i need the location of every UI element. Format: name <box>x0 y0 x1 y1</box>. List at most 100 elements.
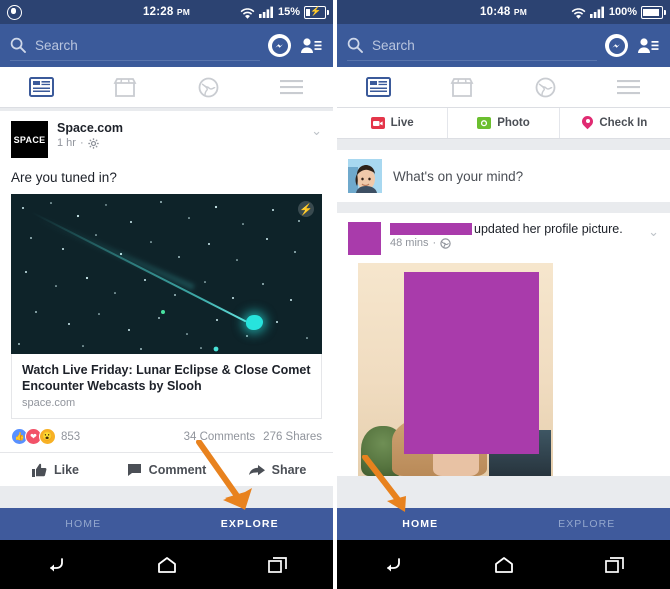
home-icon <box>494 556 513 573</box>
bottom-nav-home[interactable]: HOME <box>337 518 504 530</box>
feed-separator <box>337 139 670 150</box>
post-story-line: updated her profile picture. <box>390 222 623 236</box>
feed-post-space-com: SPACE Space.com 1 hr · ⌄ Are you tuned i… <box>0 111 333 486</box>
post-meta: 1 hr · <box>57 137 123 149</box>
status-right-icons: 15% ⚡ <box>240 5 329 19</box>
right-phone-screenshot: 10:48 PM 100% Search Live Photo Check In… <box>337 0 670 589</box>
search-placeholder: Search <box>372 37 415 53</box>
battery-percent: 15% <box>277 6 300 18</box>
recent-apps-icon <box>604 556 624 573</box>
bottom-nav-home[interactable]: HOME <box>0 518 167 530</box>
clock-ampm: PM <box>513 7 527 17</box>
signal-bars-icon <box>589 6 604 18</box>
chevron-down-icon[interactable]: ⌄ <box>648 222 659 240</box>
post-separator <box>337 202 670 213</box>
status-bar: 12:28 PM 15% ⚡ <box>0 0 333 24</box>
side-by-side-screenshots: 12:28 PM 15% ⚡ Search SPACE Space.com 1 … <box>0 0 670 589</box>
sidebar-item-marketplace[interactable] <box>420 67 503 107</box>
android-navigation-bar <box>337 540 670 589</box>
sidebar-item-menu[interactable] <box>587 67 670 107</box>
share-arrow-icon <box>248 464 265 475</box>
post-photo-profile[interactable] <box>337 263 670 476</box>
recents-button[interactable] <box>600 551 630 579</box>
live-label: Live <box>390 117 414 129</box>
sidebar-item-notifications[interactable] <box>167 67 250 107</box>
globe-icon <box>198 77 219 97</box>
news-feed-icon <box>29 77 55 97</box>
check-in-button[interactable]: Check In <box>558 108 670 138</box>
avatar[interactable]: SPACE <box>11 121 48 158</box>
post-meta: 48 mins · <box>390 237 623 249</box>
comment-bubble-icon <box>127 463 141 476</box>
wifi-icon <box>571 7 586 19</box>
hamburger-menu-icon <box>279 80 303 95</box>
reaction-icons[interactable]: 👍 ❤ 😮 <box>11 428 56 445</box>
instant-article-bolt-icon: ⚡ <box>298 201 314 217</box>
gear-icon <box>87 137 99 149</box>
post-author-redacted[interactable] <box>390 223 472 235</box>
friend-requests-icon[interactable] <box>636 35 660 57</box>
bottom-nav-explore[interactable]: EXPLORE <box>504 518 670 530</box>
bottom-nav-bar: HOME EXPLORE <box>0 508 333 540</box>
link-preview[interactable]: Watch Live Friday: Lunar Eclipse & Close… <box>11 354 322 419</box>
bottom-nav-bar: HOME EXPLORE <box>337 508 670 540</box>
meta-dot: · <box>432 237 437 249</box>
battery-percent: 100% <box>608 6 637 18</box>
hamburger-menu-icon <box>616 80 640 95</box>
share-button[interactable]: Share <box>222 453 333 486</box>
feed-post-profile-picture: updated her profile picture. 48 mins · ⌄ <box>337 213 670 476</box>
sidebar-item-news-feed[interactable] <box>0 67 83 107</box>
post-author[interactable]: Space.com <box>57 121 123 136</box>
link-domain: space.com <box>22 397 76 409</box>
photo-redaction-block <box>404 272 539 454</box>
clock-time: 12:28 <box>143 6 174 18</box>
recents-button[interactable] <box>263 551 293 579</box>
wow-reaction-icon: 😮 <box>39 428 56 445</box>
home-button[interactable] <box>152 551 182 579</box>
sidebar-item-menu[interactable] <box>250 67 333 107</box>
news-feed-list[interactable]: What's on your mind? updated her profile… <box>337 150 670 508</box>
comments-count[interactable]: 34 Comments <box>184 431 256 443</box>
post-timestamp: 1 hr <box>57 137 76 149</box>
shares-count[interactable]: 276 Shares <box>263 431 322 443</box>
marketplace-store-icon <box>450 77 474 97</box>
comment-label: Comment <box>148 462 207 477</box>
messenger-icon[interactable] <box>605 34 628 57</box>
sidebar-item-news-feed[interactable] <box>337 67 420 107</box>
comment-button[interactable]: Comment <box>111 453 222 486</box>
facebook-top-bar: Search <box>337 24 670 67</box>
like-button[interactable]: Like <box>0 453 111 486</box>
composer-placeholder: What's on your mind? <box>393 168 524 184</box>
home-button[interactable] <box>489 551 519 579</box>
sidebar-item-marketplace[interactable] <box>83 67 166 107</box>
globe-icon <box>440 237 451 249</box>
search-input[interactable]: Search <box>10 30 260 61</box>
live-video-button[interactable]: Live <box>337 108 447 138</box>
search-icon <box>347 37 363 53</box>
reaction-count[interactable]: 853 <box>61 431 80 443</box>
bottom-nav-explore[interactable]: EXPLORE <box>167 518 334 530</box>
back-button[interactable] <box>41 551 71 579</box>
avatar[interactable] <box>348 159 382 193</box>
photo-button[interactable]: Photo <box>447 108 558 138</box>
avatar[interactable] <box>348 222 381 255</box>
post-timestamp: 48 mins <box>390 237 429 249</box>
clock-ampm: PM <box>176 7 190 17</box>
post-photo-comet[interactable]: ⚡ <box>11 194 322 354</box>
chevron-down-icon[interactable]: ⌄ <box>311 121 322 139</box>
tab-bar <box>337 67 670 108</box>
thumbs-up-icon <box>31 463 47 477</box>
news-feed-list[interactable]: SPACE Space.com 1 hr · ⌄ Are you tuned i… <box>0 111 333 508</box>
back-button[interactable] <box>378 551 408 579</box>
sidebar-item-notifications[interactable] <box>504 67 587 107</box>
photo-label: Photo <box>497 117 530 129</box>
wifi-icon <box>240 7 255 19</box>
messenger-icon[interactable] <box>268 34 291 57</box>
status-bar: 10:48 PM 100% <box>337 0 670 24</box>
friend-requests-icon[interactable] <box>299 35 323 57</box>
status-composer[interactable]: What's on your mind? <box>337 150 670 202</box>
search-input[interactable]: Search <box>347 30 597 61</box>
android-navigation-bar <box>0 540 333 589</box>
post-body-text: Are you tuned in? <box>11 170 117 185</box>
comment-share-counts: 34 Comments 276 Shares <box>184 431 322 443</box>
